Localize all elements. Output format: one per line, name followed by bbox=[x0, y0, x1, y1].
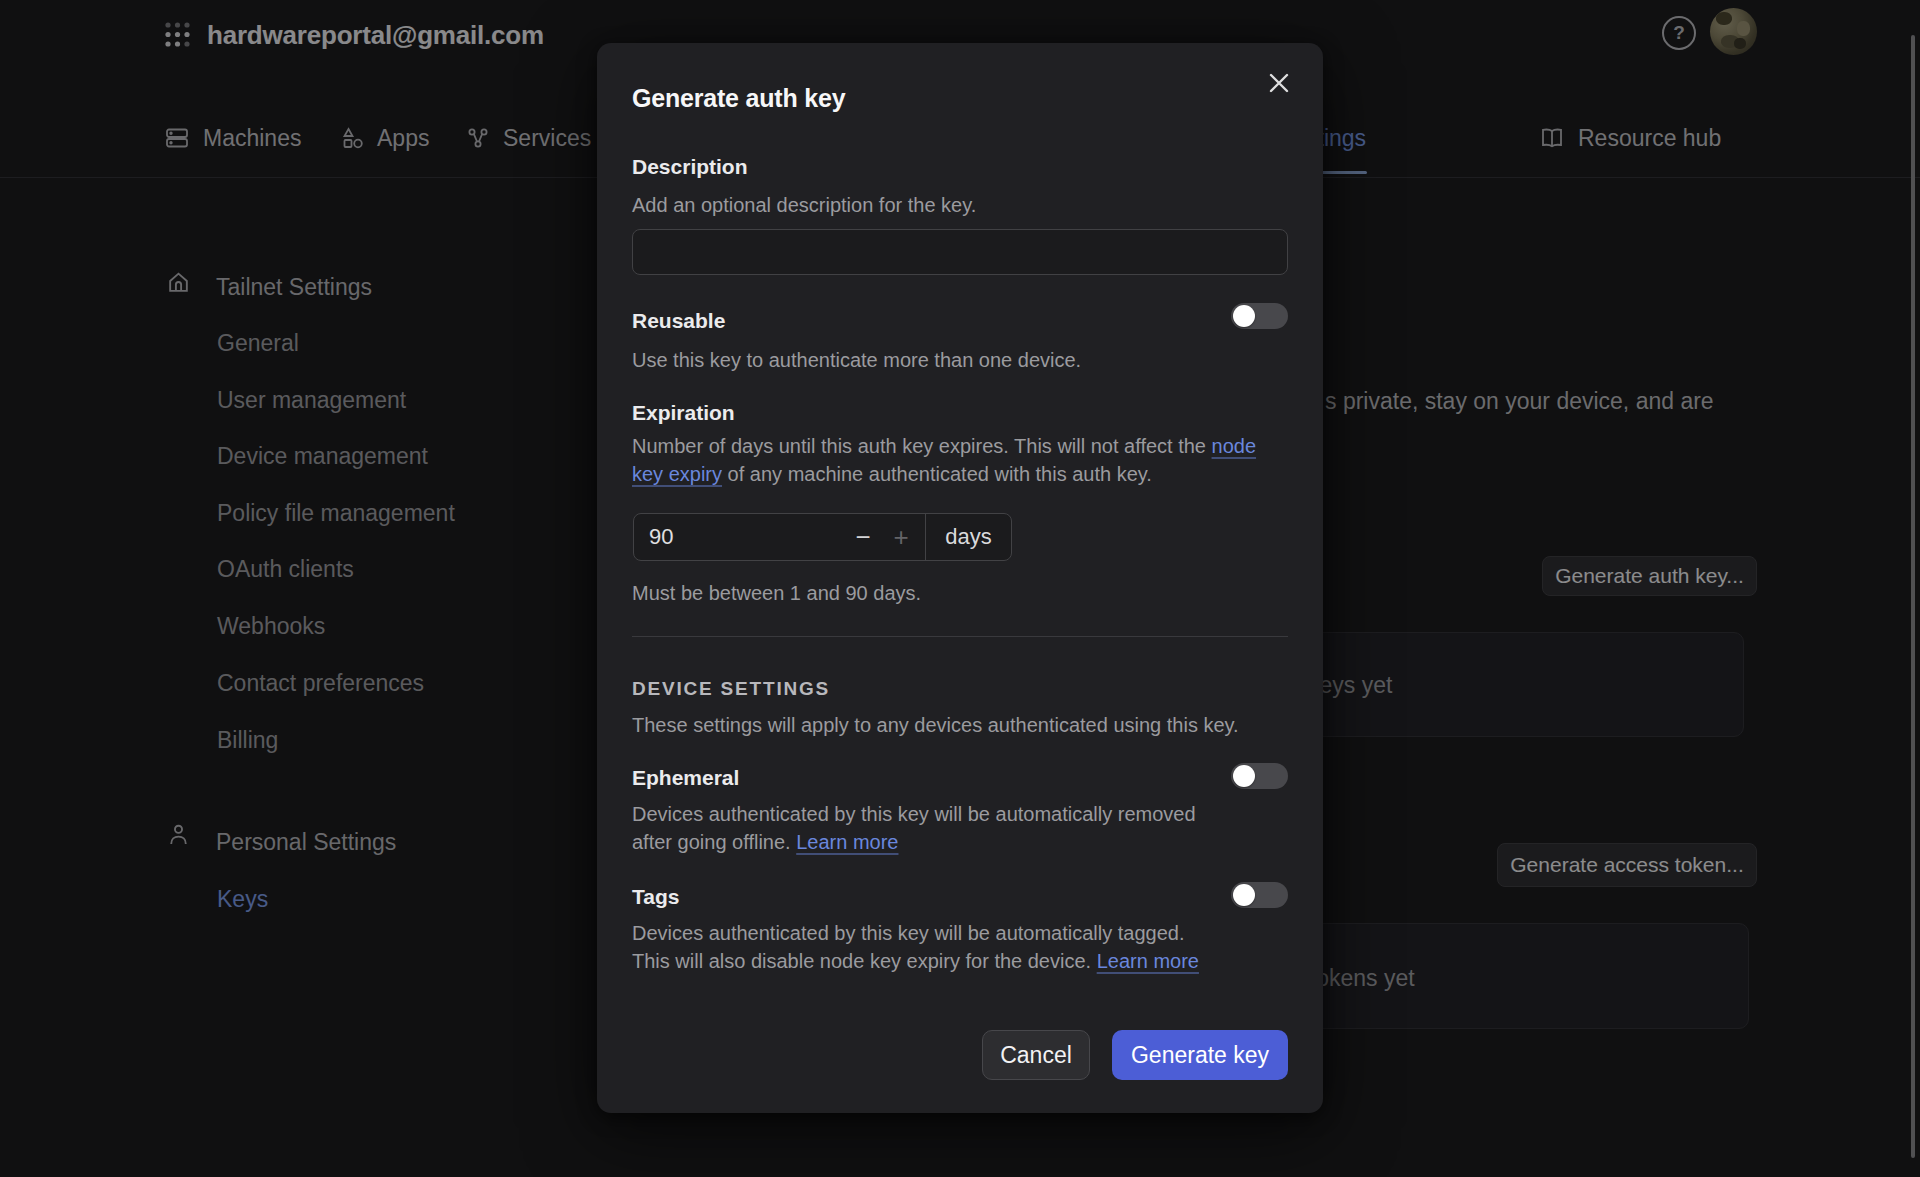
dialog-title: Generate auth key bbox=[632, 84, 845, 113]
description-input[interactable] bbox=[632, 229, 1288, 275]
increment-button[interactable]: + bbox=[886, 514, 916, 560]
ephemeral-learn-more-link[interactable]: Learn more bbox=[796, 831, 898, 853]
description-sub: Add an optional description for the key. bbox=[632, 191, 976, 219]
expiration-hint: Must be between 1 and 90 days. bbox=[632, 579, 921, 607]
generate-auth-key-dialog: Generate auth key Description Add an opt… bbox=[597, 43, 1323, 1113]
device-settings-heading: DEVICE SETTINGS bbox=[632, 678, 830, 700]
toggle-knob bbox=[1233, 765, 1255, 787]
expiration-stepper: 90 − + days bbox=[633, 513, 1012, 561]
expiration-value[interactable]: 90 bbox=[649, 524, 673, 550]
reusable-label: Reusable bbox=[632, 309, 725, 333]
reusable-toggle[interactable] bbox=[1231, 303, 1288, 329]
tags-label: Tags bbox=[632, 885, 679, 909]
expiration-value-section: 90 − + bbox=[634, 514, 926, 560]
ephemeral-desc: Devices authenticated by this key will b… bbox=[632, 800, 1292, 856]
section-divider bbox=[632, 636, 1288, 637]
tags-learn-more-link[interactable]: Learn more bbox=[1097, 950, 1199, 972]
reusable-desc: Use this key to authenticate more than o… bbox=[632, 346, 1081, 374]
description-label: Description bbox=[632, 155, 748, 179]
device-settings-sub: These settings will apply to any devices… bbox=[632, 711, 1239, 739]
cancel-button[interactable]: Cancel bbox=[982, 1030, 1090, 1080]
expiration-desc: Number of days until this auth key expir… bbox=[632, 432, 1292, 488]
ephemeral-label: Ephemeral bbox=[632, 766, 739, 790]
expiration-label: Expiration bbox=[632, 401, 735, 425]
generate-key-button[interactable]: Generate key bbox=[1112, 1030, 1288, 1080]
toggle-knob bbox=[1233, 884, 1255, 906]
ephemeral-toggle[interactable] bbox=[1231, 763, 1288, 789]
expiration-unit: days bbox=[926, 514, 1011, 560]
tags-desc: Devices authenticated by this key will b… bbox=[632, 919, 1292, 975]
close-icon[interactable] bbox=[1266, 70, 1292, 96]
tags-toggle[interactable] bbox=[1231, 882, 1288, 908]
decrement-button[interactable]: − bbox=[848, 514, 878, 560]
toggle-knob bbox=[1233, 305, 1255, 327]
